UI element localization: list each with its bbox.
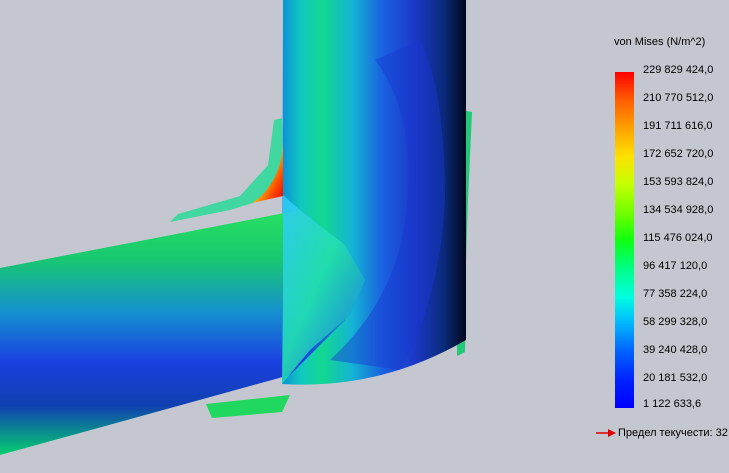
legend-tick: 39 240 428,0: [643, 344, 708, 356]
legend-tick: 77 358 224,0: [643, 288, 708, 300]
stress-colorbar: [615, 72, 634, 408]
legend-tick: 96 417 120,0: [643, 260, 708, 272]
legend-tick: 58 299 328,0: [643, 316, 708, 328]
legend-tick: 115 476 024,0: [643, 232, 713, 244]
legend-tick: 210 770 512,0: [643, 92, 714, 104]
gusset-plate-bottom: [206, 395, 290, 418]
gusset-plate-left: [170, 118, 283, 222]
arrow-right-icon: [596, 429, 616, 437]
legend-title: von Mises (N/m^2): [614, 36, 706, 48]
legend-tick: 229 829 424,0: [643, 64, 714, 76]
legend-tick: 153 593 824,0: [643, 176, 714, 188]
yield-strength-label: Предел текучести: 32: [618, 427, 728, 439]
legend-tick: 191 711 616,0: [643, 120, 713, 132]
legend-tick: 20 181 532,0: [643, 372, 708, 384]
yield-strength-indicator: Предел текучести: 32: [596, 427, 728, 439]
legend-tick: 172 652 720,0: [643, 148, 714, 160]
legend-tick: 1 122 633,6: [643, 398, 702, 410]
legend-tick: 134 534 928,0: [643, 204, 714, 216]
